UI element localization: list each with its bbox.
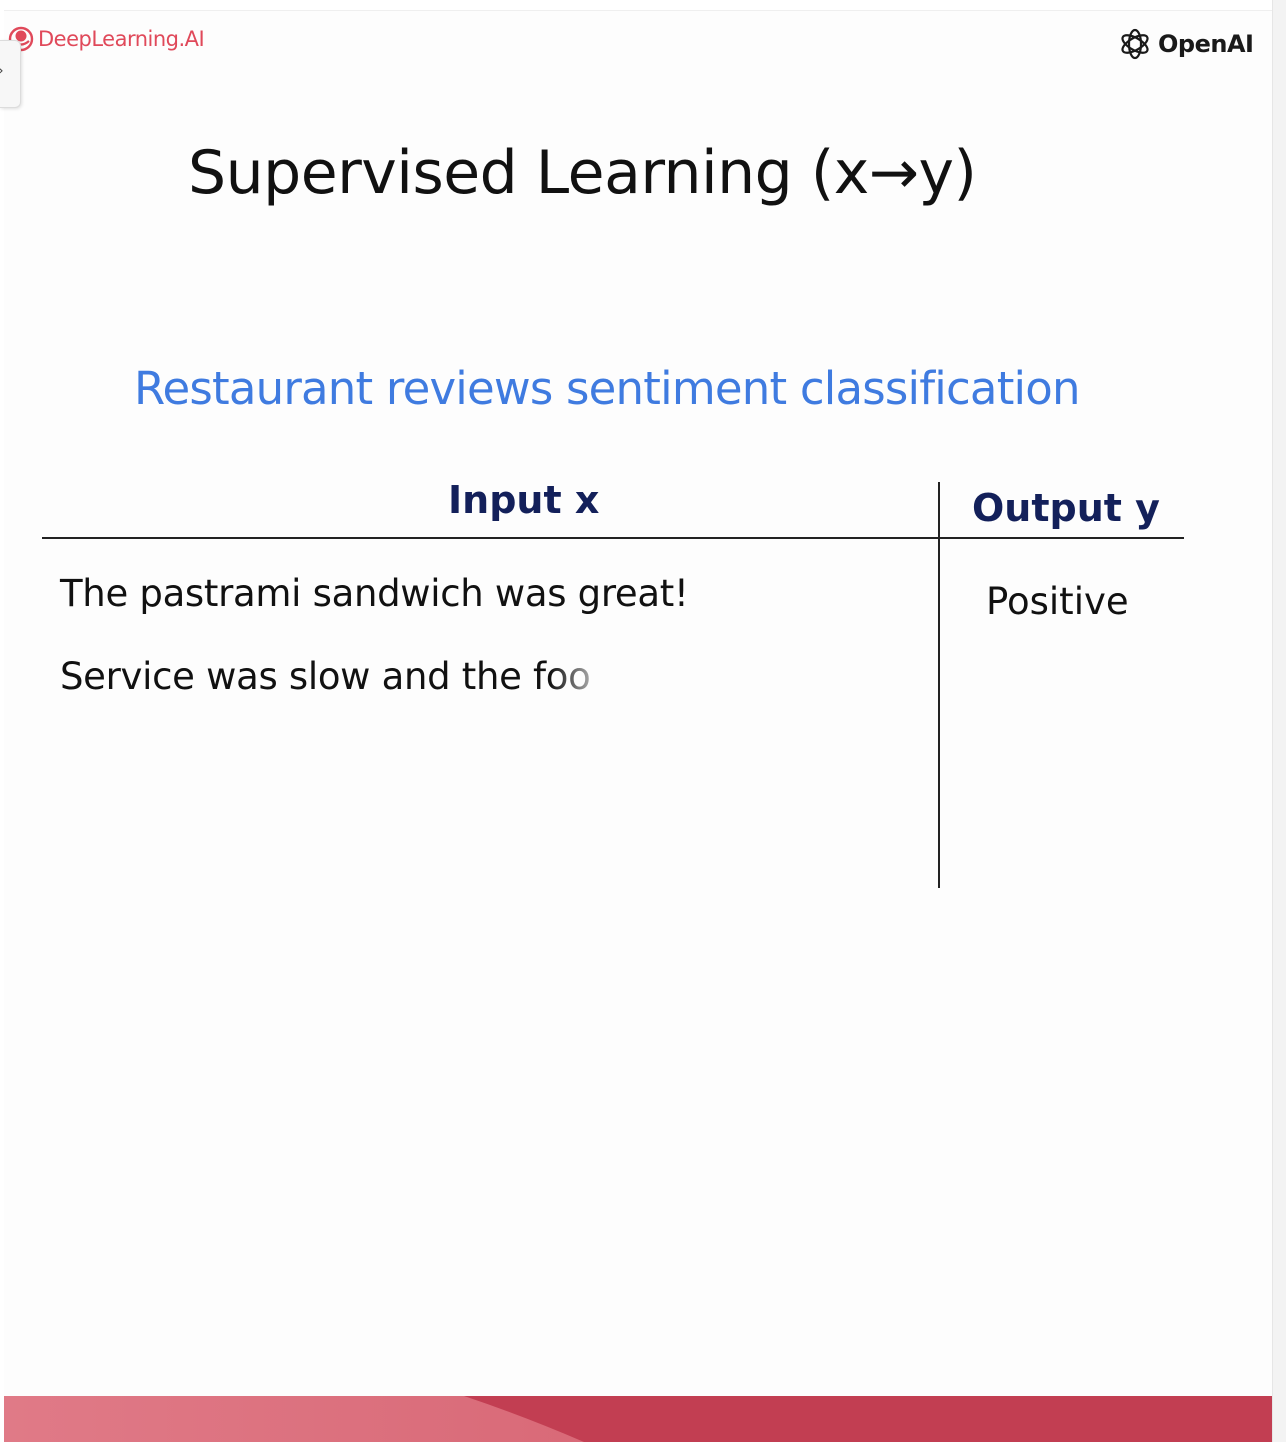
slide: [4, 10, 1272, 1437]
openai-logo-text: OpenAI: [1158, 30, 1254, 58]
footer-band: [4, 1396, 1272, 1442]
table-row-output: Positive: [986, 580, 1129, 623]
table-row-input-partial: Service was slow and the foo: [60, 655, 635, 705]
chevron-right-icon: ›: [0, 63, 4, 79]
column-header-input: Input x: [448, 478, 600, 522]
table-row-input: Service was slow and the foo: [60, 655, 591, 698]
table-row-input: The pastrami sandwich was great!: [60, 572, 689, 615]
slide-viewer: › DeepLearning.AI OpenAI Supervised Lear…: [0, 0, 1286, 1442]
deeplearning-logo: DeepLearning.AI: [8, 26, 205, 52]
side-panel-toggle[interactable]: ›: [0, 40, 21, 108]
table-column-divider: [938, 482, 940, 888]
slide-subtitle: Restaurant reviews sentiment classificat…: [134, 362, 1081, 415]
openai-logo-icon: [1116, 25, 1154, 63]
openai-logo: OpenAI: [1116, 25, 1254, 63]
text-reveal-fade: [550, 655, 640, 705]
scrollbar-gutter[interactable]: [1272, 0, 1286, 1442]
slide-title: Supervised Learning (x→y): [188, 138, 977, 208]
table-header-divider: [42, 537, 1184, 539]
column-header-output: Output y: [972, 486, 1160, 530]
deeplearning-logo-text: DeepLearning.AI: [38, 27, 205, 51]
